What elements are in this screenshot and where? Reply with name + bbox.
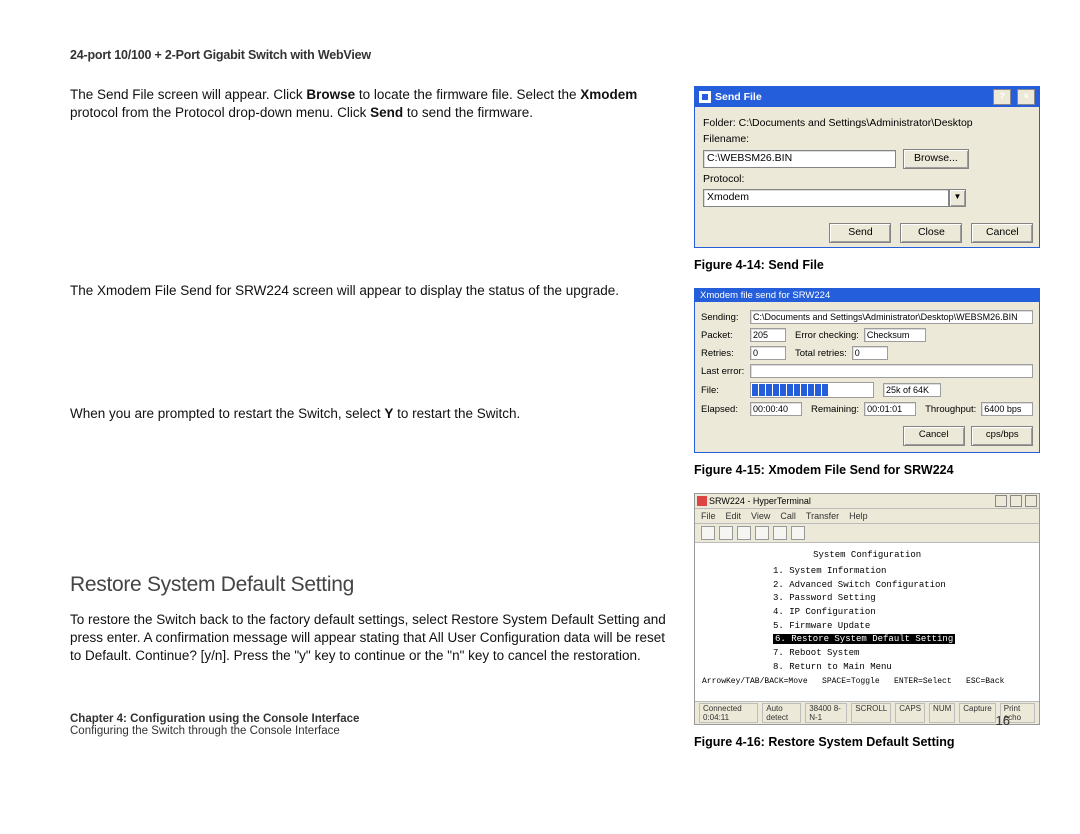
term-item-8: 8. Return to Main Menu [773,661,1036,673]
term-item-3: 3. Password Setting [773,592,1036,604]
right-column: Send File ? × Folder: C:\Documents and S… [694,86,1040,765]
lbl-lasterr: Last error: [701,366,745,377]
progress-bar [750,382,874,398]
lbl-elapsed: Elapsed: [701,404,745,415]
text: protocol from the Protocol drop-down men… [70,105,370,120]
bold: Send [370,105,403,120]
close-button-2[interactable]: Close [900,223,962,243]
bold: Xmodem [580,87,637,102]
browse-button[interactable]: Browse... [903,149,969,169]
paragraph-xmodem: The Xmodem File Send for SRW224 screen w… [70,282,670,300]
term-screen: System Configuration 1. System Informati… [695,543,1039,701]
lbl-file: File: [701,385,745,396]
term-app-icon [697,496,707,506]
term-item-4: 4. IP Configuration [773,606,1036,618]
hyperterminal-window: SRW224 - HyperTerminal File Edit View Ca… [694,493,1040,725]
tool-icon[interactable] [701,526,715,540]
figure-4-14-caption: Figure 4-14: Send File [694,258,1040,272]
paragraph-restart: When you are prompted to restart the Swi… [70,405,670,423]
send-file-dialog: Send File ? × Folder: C:\Documents and S… [694,86,1040,248]
section-title-restore: Restore System Default Setting [70,573,670,597]
filename-input[interactable]: C:\WEBSM26.BIN [703,150,896,168]
lbl-errchk: Error checking: [795,330,859,341]
dropdown-arrow-icon[interactable]: ▼ [949,189,966,207]
term-item-2: 2. Advanced Switch Configuration [773,579,1036,591]
lbl-totret: Total retries: [795,348,847,359]
val-lasterr [750,364,1033,378]
lbl-sending: Sending: [701,312,745,323]
val-thru: 6400 bps [981,402,1033,416]
send-button[interactable]: Send [829,223,891,243]
val-sending: C:\Documents and Settings\Administrator\… [750,310,1033,324]
paragraph-send-file: The Send File screen will appear. Click … [70,86,670,122]
tool-icon[interactable] [755,526,769,540]
xmodem-cancel-button[interactable]: Cancel [903,426,965,446]
protocol-select[interactable]: Xmodem [703,189,949,207]
menu-call[interactable]: Call [780,511,796,521]
val-packet: 205 [750,328,786,342]
lbl-retries: Retries: [701,348,745,359]
term-titlebar: SRW224 - HyperTerminal [695,494,1039,509]
text: to locate the firmware file. Select the [355,87,580,102]
tool-icon[interactable] [737,526,751,540]
cancel-button[interactable]: Cancel [971,223,1033,243]
folder-value: C:\Documents and Settings\Administrator\… [739,117,973,129]
protocol-label: Protocol: [703,173,1031,185]
dialog-titlebar: Send File ? × [695,87,1039,107]
figure-4-15-caption: Figure 4-15: Xmodem File Send for SRW224 [694,463,1040,477]
text: to restart the Switch. [393,406,520,421]
footer-chapter: Chapter 4: Configuration using the Conso… [70,713,996,725]
help-button[interactable]: ? [993,89,1011,105]
doc-header: 24-port 10/100 + 2-Port Gigabit Switch w… [70,48,1010,62]
paragraph-restore: To restore the Switch back to the factor… [70,611,670,666]
term-hint: ArrowKey/TAB/BACK=Move SPACE=Toggle ENTE… [698,676,1036,689]
folder-label: Folder: [703,117,736,129]
filename-label: Filename: [703,133,1031,145]
dialog-title: Send File [715,91,762,103]
term-item-5: 5. Firmware Update [773,620,1036,632]
figure-4-16-caption: Figure 4-16: Restore System Default Sett… [694,735,1040,749]
lbl-packet: Packet: [701,330,745,341]
tool-icon[interactable] [773,526,787,540]
menu-file[interactable]: File [701,511,716,521]
val-remain: 00:01:01 [864,402,916,416]
term-item-1: 1. System Information [773,565,1036,577]
page-footer: Chapter 4: Configuration using the Conso… [70,713,1010,737]
term-app-title: SRW224 - HyperTerminal [709,496,811,506]
text: The Send File screen will appear. Click [70,87,306,102]
term-item-7: 7. Reboot System [773,647,1036,659]
term-menubar: File Edit View Call Transfer Help [695,509,1039,524]
xmodem-dialog: Xmodem file send for SRW224 Sending: C:\D… [694,288,1040,453]
bold: Browse [306,87,355,102]
app-icon [699,91,711,103]
menu-edit[interactable]: Edit [726,511,742,521]
text: to send the firmware. [403,105,533,120]
val-totret: 0 [852,346,888,360]
val-elapsed: 00:00:40 [750,402,802,416]
term-item-6-selected: 6. Restore System Default Setting [773,634,955,644]
lbl-remain: Remaining: [811,404,859,415]
left-column: The Send File screen will appear. Click … [70,86,670,765]
term-toolbar [695,524,1039,543]
term-screen-title: System Configuration [698,549,1036,561]
page-number: 16 [996,713,1010,737]
menu-help[interactable]: Help [849,511,868,521]
xmodem-cps-button[interactable]: cps/bps [971,426,1033,446]
close-icon[interactable] [1025,495,1037,507]
menu-transfer[interactable]: Transfer [806,511,839,521]
val-errchk: Checksum [864,328,926,342]
minimize-icon[interactable] [995,495,1007,507]
val-retries: 0 [750,346,786,360]
xmodem-titlebar: Xmodem file send for SRW224 [695,289,1039,302]
close-button[interactable]: × [1017,89,1035,105]
menu-view[interactable]: View [751,511,770,521]
tool-icon[interactable] [719,526,733,540]
text: When you are prompted to restart the Swi… [70,406,384,421]
footer-subtitle: Configuring the Switch through the Conso… [70,725,996,737]
tool-icon[interactable] [791,526,805,540]
maximize-icon[interactable] [1010,495,1022,507]
lbl-thru: Throughput: [925,404,976,415]
val-fileprog: 25k of 64K [883,383,941,397]
